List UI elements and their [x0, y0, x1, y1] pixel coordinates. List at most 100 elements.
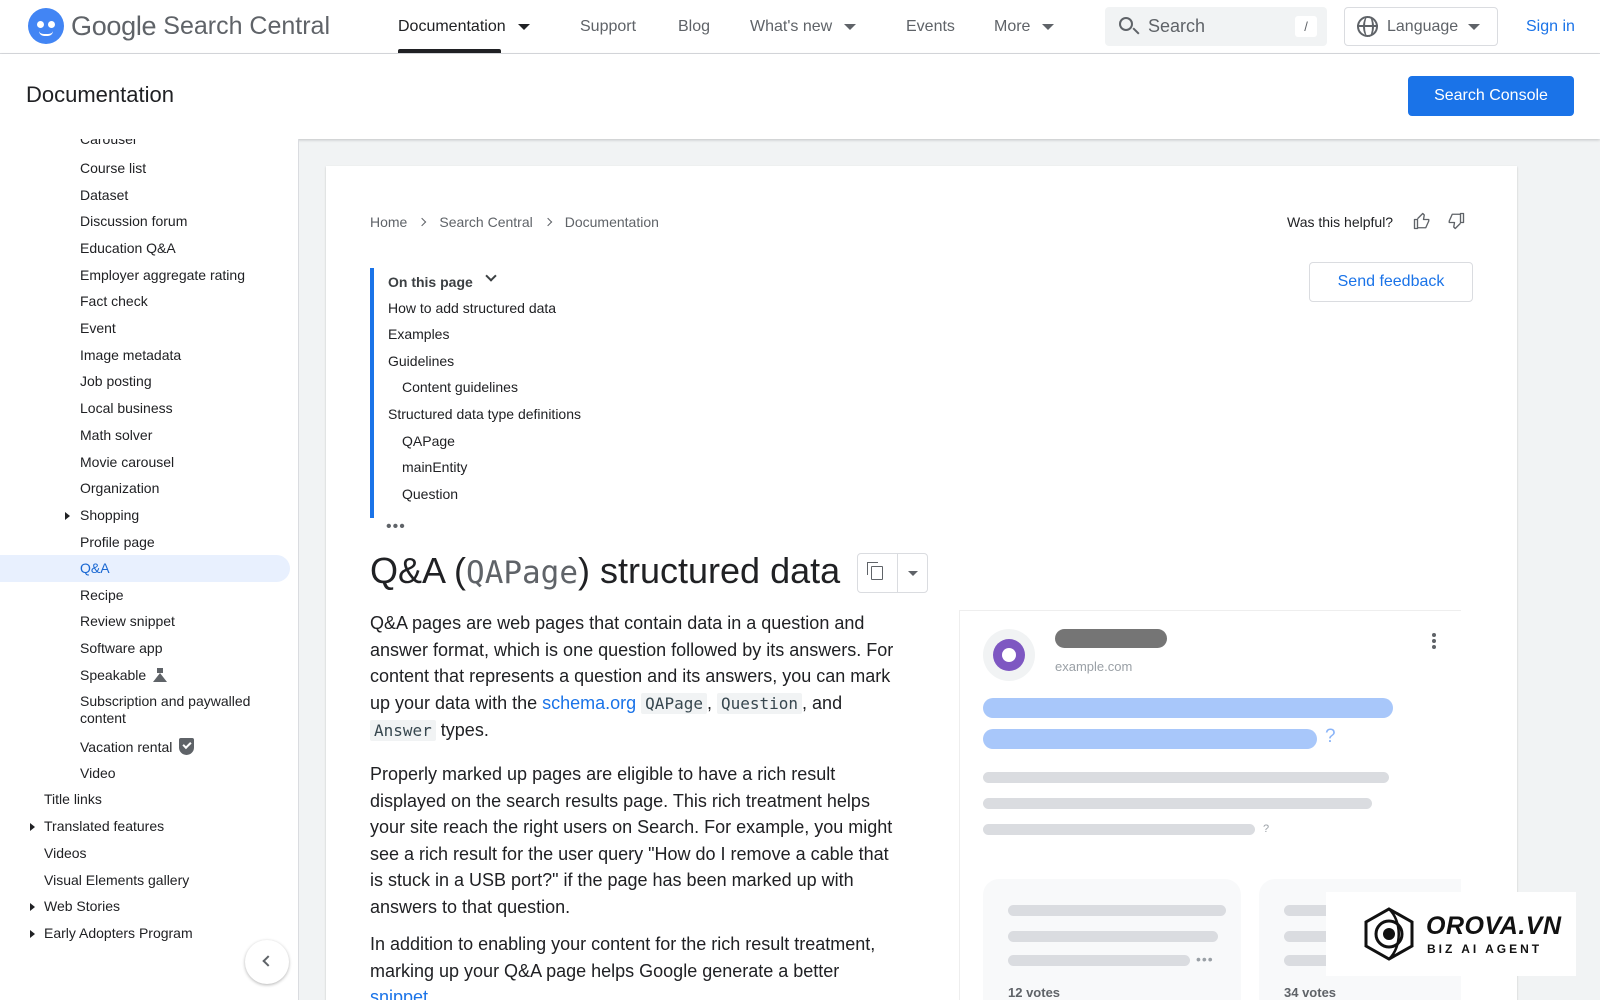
expand-arrow-icon[interactable]: [65, 512, 70, 520]
site-name-placeholder: [1055, 629, 1167, 648]
sign-in-link[interactable]: Sign in: [1526, 18, 1575, 36]
globe-icon: [1357, 16, 1378, 37]
nav-events[interactable]: Events: [906, 0, 955, 54]
sidebar-item-label: Vacation rental: [80, 739, 173, 755]
sidebar-item-course-list[interactable]: Course list: [80, 160, 146, 177]
sidebar-item-visual-elements-gallery[interactable]: Visual Elements gallery: [44, 872, 189, 889]
toc-item[interactable]: Structured data type definitions: [388, 406, 581, 422]
nav-whats-new-label: What's new: [750, 18, 833, 35]
breadcrumb-home[interactable]: Home: [370, 214, 407, 230]
chevron-down-icon[interactable]: [485, 270, 497, 282]
code-qapage: QAPage: [641, 692, 707, 714]
sidebar-item-recipe[interactable]: Recipe: [80, 587, 124, 604]
sidebar-item-review-snippet[interactable]: Review snippet: [80, 613, 175, 630]
sidebar-item-carousel[interactable]: Carousel: [80, 139, 136, 148]
text: types.: [435, 720, 489, 740]
beta-flask-icon: [153, 668, 168, 682]
nav-documentation[interactable]: Documentation: [398, 0, 530, 54]
watermark-badge: OROVA.VN BIZ AI AGENT: [1326, 892, 1576, 976]
thumb-up-icon[interactable]: [1413, 212, 1431, 230]
language-label: Language: [1387, 17, 1459, 35]
search-box[interactable]: /: [1105, 7, 1327, 46]
sidebar-item-organization[interactable]: Organization: [80, 480, 159, 497]
nav-documentation-label: Documentation: [398, 18, 506, 35]
intro-paragraph: Q&A pages are web pages that contain dat…: [370, 610, 902, 745]
toc-item[interactable]: Guidelines: [388, 353, 454, 369]
caret-down-icon: [1468, 23, 1481, 30]
sidebar-item-discussion-forum[interactable]: Discussion forum: [80, 213, 187, 230]
nav-whats-new[interactable]: What's new: [750, 0, 857, 54]
section-title: Documentation: [26, 82, 174, 107]
sidebar-nav: Carousel Course list Dataset Discussion …: [0, 139, 299, 1000]
snippet-link[interactable]: snippet: [370, 987, 428, 1000]
sidebar-item-speakable[interactable]: Speakable: [80, 667, 168, 684]
copy-page-menu[interactable]: [857, 553, 928, 593]
logo-google-text: Google: [71, 10, 157, 41]
sidebar-item-video[interactable]: Video: [80, 765, 116, 782]
chevron-right-icon: [543, 217, 552, 227]
snippet-placeholder: [983, 798, 1372, 809]
sidebar-item-title-links[interactable]: Title links: [44, 791, 102, 808]
toc-item[interactable]: Content guidelines: [402, 379, 518, 395]
toc-item[interactable]: How to add structured data: [388, 300, 556, 316]
answer-placeholder: [1008, 931, 1218, 942]
nav-support[interactable]: Support: [580, 0, 636, 54]
sidebar-item-early-adopters[interactable]: Early Adopters Program: [44, 925, 193, 942]
nav-more[interactable]: More: [994, 0, 1055, 54]
thumb-down-icon[interactable]: [1447, 212, 1465, 230]
section-header: Documentation Search Console: [0, 54, 1600, 139]
site-url: example.com: [1055, 659, 1133, 674]
page-title-pre: Q&A (: [370, 550, 467, 591]
sidebar-selected-highlight: [0, 555, 290, 582]
search-input[interactable]: [1148, 7, 1288, 46]
collapse-sidebar-button[interactable]: [245, 940, 289, 984]
sidebar-item-qa[interactable]: Q&A: [80, 560, 110, 577]
breadcrumb-documentation[interactable]: Documentation: [565, 214, 659, 230]
sidebar-item-education-qa[interactable]: Education Q&A: [80, 240, 176, 257]
sidebar-item-dataset[interactable]: Dataset: [80, 187, 128, 204]
caret-down-icon: [517, 24, 530, 30]
schema-org-link[interactable]: schema.org: [542, 693, 636, 713]
sidebar-item-math-solver[interactable]: Math solver: [80, 427, 152, 444]
sidebar-item-translated-features[interactable]: Translated features: [44, 818, 164, 835]
caret-down-icon[interactable]: [908, 571, 918, 576]
toc-item[interactable]: QAPage: [402, 433, 455, 449]
sidebar-item-movie-carousel[interactable]: Movie carousel: [80, 454, 174, 471]
sidebar-item-local-business[interactable]: Local business: [80, 400, 173, 417]
sidebar-item-profile-page[interactable]: Profile page: [80, 534, 155, 551]
answer-card: ••• 12 votes: [983, 879, 1241, 1000]
toc-more-button[interactable]: •••: [386, 518, 406, 536]
nav-blog[interactable]: Blog: [678, 0, 710, 54]
language-selector[interactable]: Language: [1344, 7, 1498, 46]
toc-item[interactable]: Examples: [388, 326, 449, 342]
copy-icon[interactable]: [867, 562, 883, 580]
sidebar-item-videos[interactable]: Videos: [44, 845, 87, 862]
sidebar-item-vacation-rental[interactable]: Vacation rental: [80, 738, 195, 756]
sidebar-item-job-posting[interactable]: Job posting: [80, 373, 152, 390]
sidebar-item-shopping[interactable]: Shopping: [80, 507, 139, 524]
sidebar-item-image-metadata[interactable]: Image metadata: [80, 347, 181, 364]
sidebar-item-software-app[interactable]: Software app: [80, 640, 163, 657]
expand-arrow-icon[interactable]: [30, 823, 35, 831]
toc-item[interactable]: mainEntity: [402, 459, 467, 475]
sidebar-item-web-stories[interactable]: Web Stories: [44, 898, 120, 915]
toc-item[interactable]: Question: [402, 486, 458, 502]
sidebar-item-subscription-paywalled[interactable]: Subscription and paywalled content: [80, 693, 270, 727]
divider: [897, 554, 898, 592]
search-console-button[interactable]: Search Console: [1408, 76, 1574, 116]
toc-heading[interactable]: On this page: [388, 274, 473, 290]
votes-count: 34 votes: [1284, 985, 1337, 1000]
breadcrumb-search-central[interactable]: Search Central: [439, 214, 532, 230]
sidebar-item-event[interactable]: Event: [80, 320, 116, 337]
table-of-contents: On this page How to add structured data …: [370, 268, 670, 518]
sidebar-item-employer-aggregate-rating[interactable]: Employer aggregate rating: [80, 267, 245, 284]
title-placeholder: [983, 698, 1393, 718]
caret-down-icon: [1042, 24, 1055, 30]
sidebar-item-fact-check[interactable]: Fact check: [80, 293, 148, 310]
snippet-paragraph: In addition to enabling your content for…: [370, 931, 902, 1000]
expand-arrow-icon[interactable]: [30, 930, 35, 938]
snippet-placeholder: [983, 824, 1255, 835]
logo[interactable]: Google Search Central: [28, 8, 330, 44]
send-feedback-button[interactable]: Send feedback: [1309, 262, 1473, 302]
expand-arrow-icon[interactable]: [30, 903, 35, 911]
